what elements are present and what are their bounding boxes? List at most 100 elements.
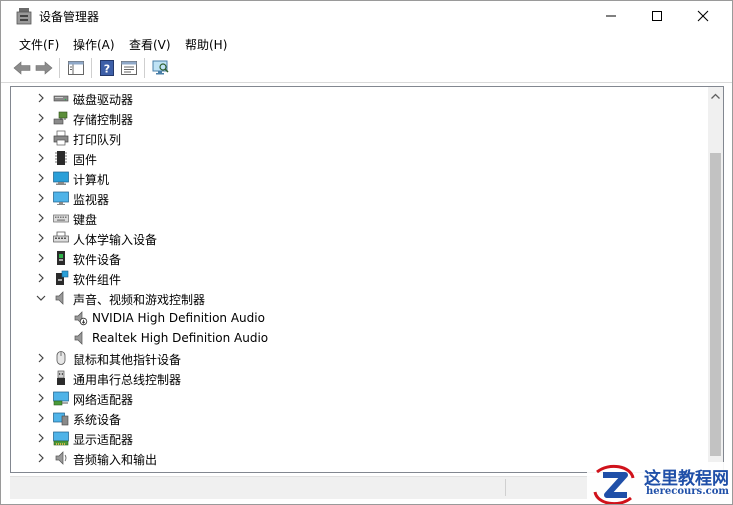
collapse-toggle[interactable] xyxy=(35,292,47,304)
expand-toggle[interactable] xyxy=(35,392,47,404)
svg-text:?: ? xyxy=(104,63,110,76)
arrow-left-icon xyxy=(13,61,31,75)
vertical-scrollbar[interactable] xyxy=(708,87,723,472)
tree-category-item[interactable]: 网络适配器 xyxy=(11,388,708,408)
scan-hardware-button[interactable] xyxy=(151,59,171,77)
show-hide-console-tree-button[interactable] xyxy=(66,59,86,77)
tree-category-item[interactable]: 计算机 xyxy=(11,168,708,188)
menu-file[interactable]: 文件(F) xyxy=(19,36,59,53)
toolbar-separator xyxy=(91,58,92,78)
network-adapter-icon xyxy=(53,391,69,406)
system-device-icon xyxy=(53,412,69,426)
watermark: 这里教程网 herecours.com xyxy=(587,462,732,504)
back-button[interactable] xyxy=(12,59,32,77)
expand-toggle[interactable] xyxy=(35,232,47,244)
tree-item-label: 磁盘驱动器 xyxy=(73,93,134,107)
tree-item-label: Realtek High Definition Audio xyxy=(92,331,269,345)
tree-category-item[interactable]: 人体学输入设备 xyxy=(11,228,708,248)
expand-toggle[interactable] xyxy=(35,192,47,204)
scan-monitor-icon xyxy=(152,60,169,75)
chevron-right-icon xyxy=(38,93,44,103)
tree-category-item[interactable]: 磁盘驱动器 xyxy=(11,88,708,108)
mouse-icon xyxy=(56,351,66,365)
watermark-url: herecours.com xyxy=(646,486,730,497)
menu-view[interactable]: 查看(V) xyxy=(129,36,171,53)
menu-action[interactable]: 操作(A) xyxy=(73,36,115,53)
tree-item-label: 系统设备 xyxy=(73,413,122,427)
expand-toggle[interactable] xyxy=(35,212,47,224)
expand-toggle[interactable] xyxy=(35,372,47,384)
tree-item-label: 软件组件 xyxy=(73,273,122,287)
expand-toggle[interactable] xyxy=(35,112,47,124)
chevron-down-icon xyxy=(36,295,46,301)
tree-category-item[interactable]: 固件 xyxy=(11,148,708,168)
properties-icon xyxy=(121,61,137,75)
expand-toggle[interactable] xyxy=(35,172,47,184)
expand-toggle[interactable] xyxy=(35,452,47,464)
chevron-right-icon xyxy=(38,273,44,283)
tree-category-item[interactable]: 存储控制器 xyxy=(11,108,708,128)
hid-icon xyxy=(53,231,69,243)
expand-toggle[interactable] xyxy=(35,412,47,424)
tree-item-label: 打印队列 xyxy=(73,133,122,147)
chevron-right-icon xyxy=(38,393,44,403)
expand-toggle[interactable] xyxy=(35,352,47,364)
tree-category-item[interactable]: 键盘 xyxy=(11,208,708,228)
tree-item-label: 监视器 xyxy=(73,193,110,207)
tree-category-item[interactable]: 显示适配器 xyxy=(11,428,708,448)
close-button[interactable] xyxy=(680,1,726,31)
tree-category-item[interactable]: 打印队列 xyxy=(11,128,708,148)
title-bar[interactable]: 设备管理器 xyxy=(1,1,732,32)
toolbar-separator xyxy=(144,58,145,78)
tree-child-item[interactable]: NVIDIA High Definition Audio xyxy=(11,308,708,328)
status-panel xyxy=(505,479,506,496)
tree-category-item[interactable]: 通用串行总线控制器 xyxy=(11,368,708,388)
tree-child-item[interactable]: Realtek High Definition Audio xyxy=(11,328,708,348)
tree-item-label: 鼠标和其他指针设备 xyxy=(73,353,182,367)
scrollbar-thumb[interactable] xyxy=(710,153,721,456)
speaker-icon xyxy=(55,291,64,305)
tree-item-label: 通用串行总线控制器 xyxy=(73,373,182,387)
forward-button[interactable] xyxy=(34,59,54,77)
chevron-right-icon xyxy=(38,113,44,123)
maximize-button[interactable] xyxy=(634,1,680,31)
storage-controller-icon xyxy=(53,111,68,125)
device-manager-window: 设备管理器 文件(F) 操作(A) 查看(V) 帮助(H) ? 磁盘驱动器 存储… xyxy=(0,0,733,505)
expand-toggle[interactable] xyxy=(35,252,47,264)
properties-button[interactable] xyxy=(119,59,139,77)
tree-category-item[interactable]: 软件组件 xyxy=(11,268,708,288)
tree-category-item[interactable]: 监视器 xyxy=(11,188,708,208)
expand-toggle[interactable] xyxy=(35,92,47,104)
minimize-button[interactable] xyxy=(588,1,634,31)
expand-toggle[interactable] xyxy=(35,152,47,164)
tree-category-item[interactable]: 声音、视频和游戏控制器 xyxy=(11,288,708,308)
tree-item-label: 音频输入和输出 xyxy=(73,453,158,467)
audio-io-icon xyxy=(55,451,67,465)
tree-category-item[interactable]: 鼠标和其他指针设备 xyxy=(11,348,708,368)
expand-toggle[interactable] xyxy=(35,132,47,144)
monitor-icon xyxy=(53,191,69,205)
help-button[interactable]: ? xyxy=(97,59,117,77)
tree-item-label: 显示适配器 xyxy=(73,433,134,447)
expand-toggle[interactable] xyxy=(35,272,47,284)
tree-category-item[interactable]: 软件设备 xyxy=(11,248,708,268)
chevron-right-icon xyxy=(38,233,44,243)
tree-category-item[interactable]: 系统设备 xyxy=(11,408,708,428)
device-tree-pane[interactable]: 磁盘驱动器存储控制器打印队列固件 计算机监视器 键盘 人体学输入设备软件设备软件组件声… xyxy=(10,86,724,473)
menu-help[interactable]: 帮助(H) xyxy=(185,36,227,53)
chevron-right-icon xyxy=(38,413,44,423)
tree-item-label: 固件 xyxy=(73,153,98,167)
tree-item-label: NVIDIA High Definition Audio xyxy=(92,311,265,325)
chevron-right-icon xyxy=(38,453,44,463)
software-device-icon xyxy=(57,251,65,265)
chevron-right-icon xyxy=(38,433,44,443)
tree-item-label: 存储控制器 xyxy=(73,113,134,127)
expand-toggle[interactable] xyxy=(35,432,47,444)
watermark-logo-icon xyxy=(593,464,635,504)
chevron-right-icon xyxy=(38,193,44,203)
minimize-icon xyxy=(606,15,616,17)
console-tree-icon xyxy=(68,61,84,75)
chevron-right-icon xyxy=(38,373,44,383)
scroll-up-button[interactable] xyxy=(708,87,723,104)
tree-item-label: 软件设备 xyxy=(73,253,122,267)
